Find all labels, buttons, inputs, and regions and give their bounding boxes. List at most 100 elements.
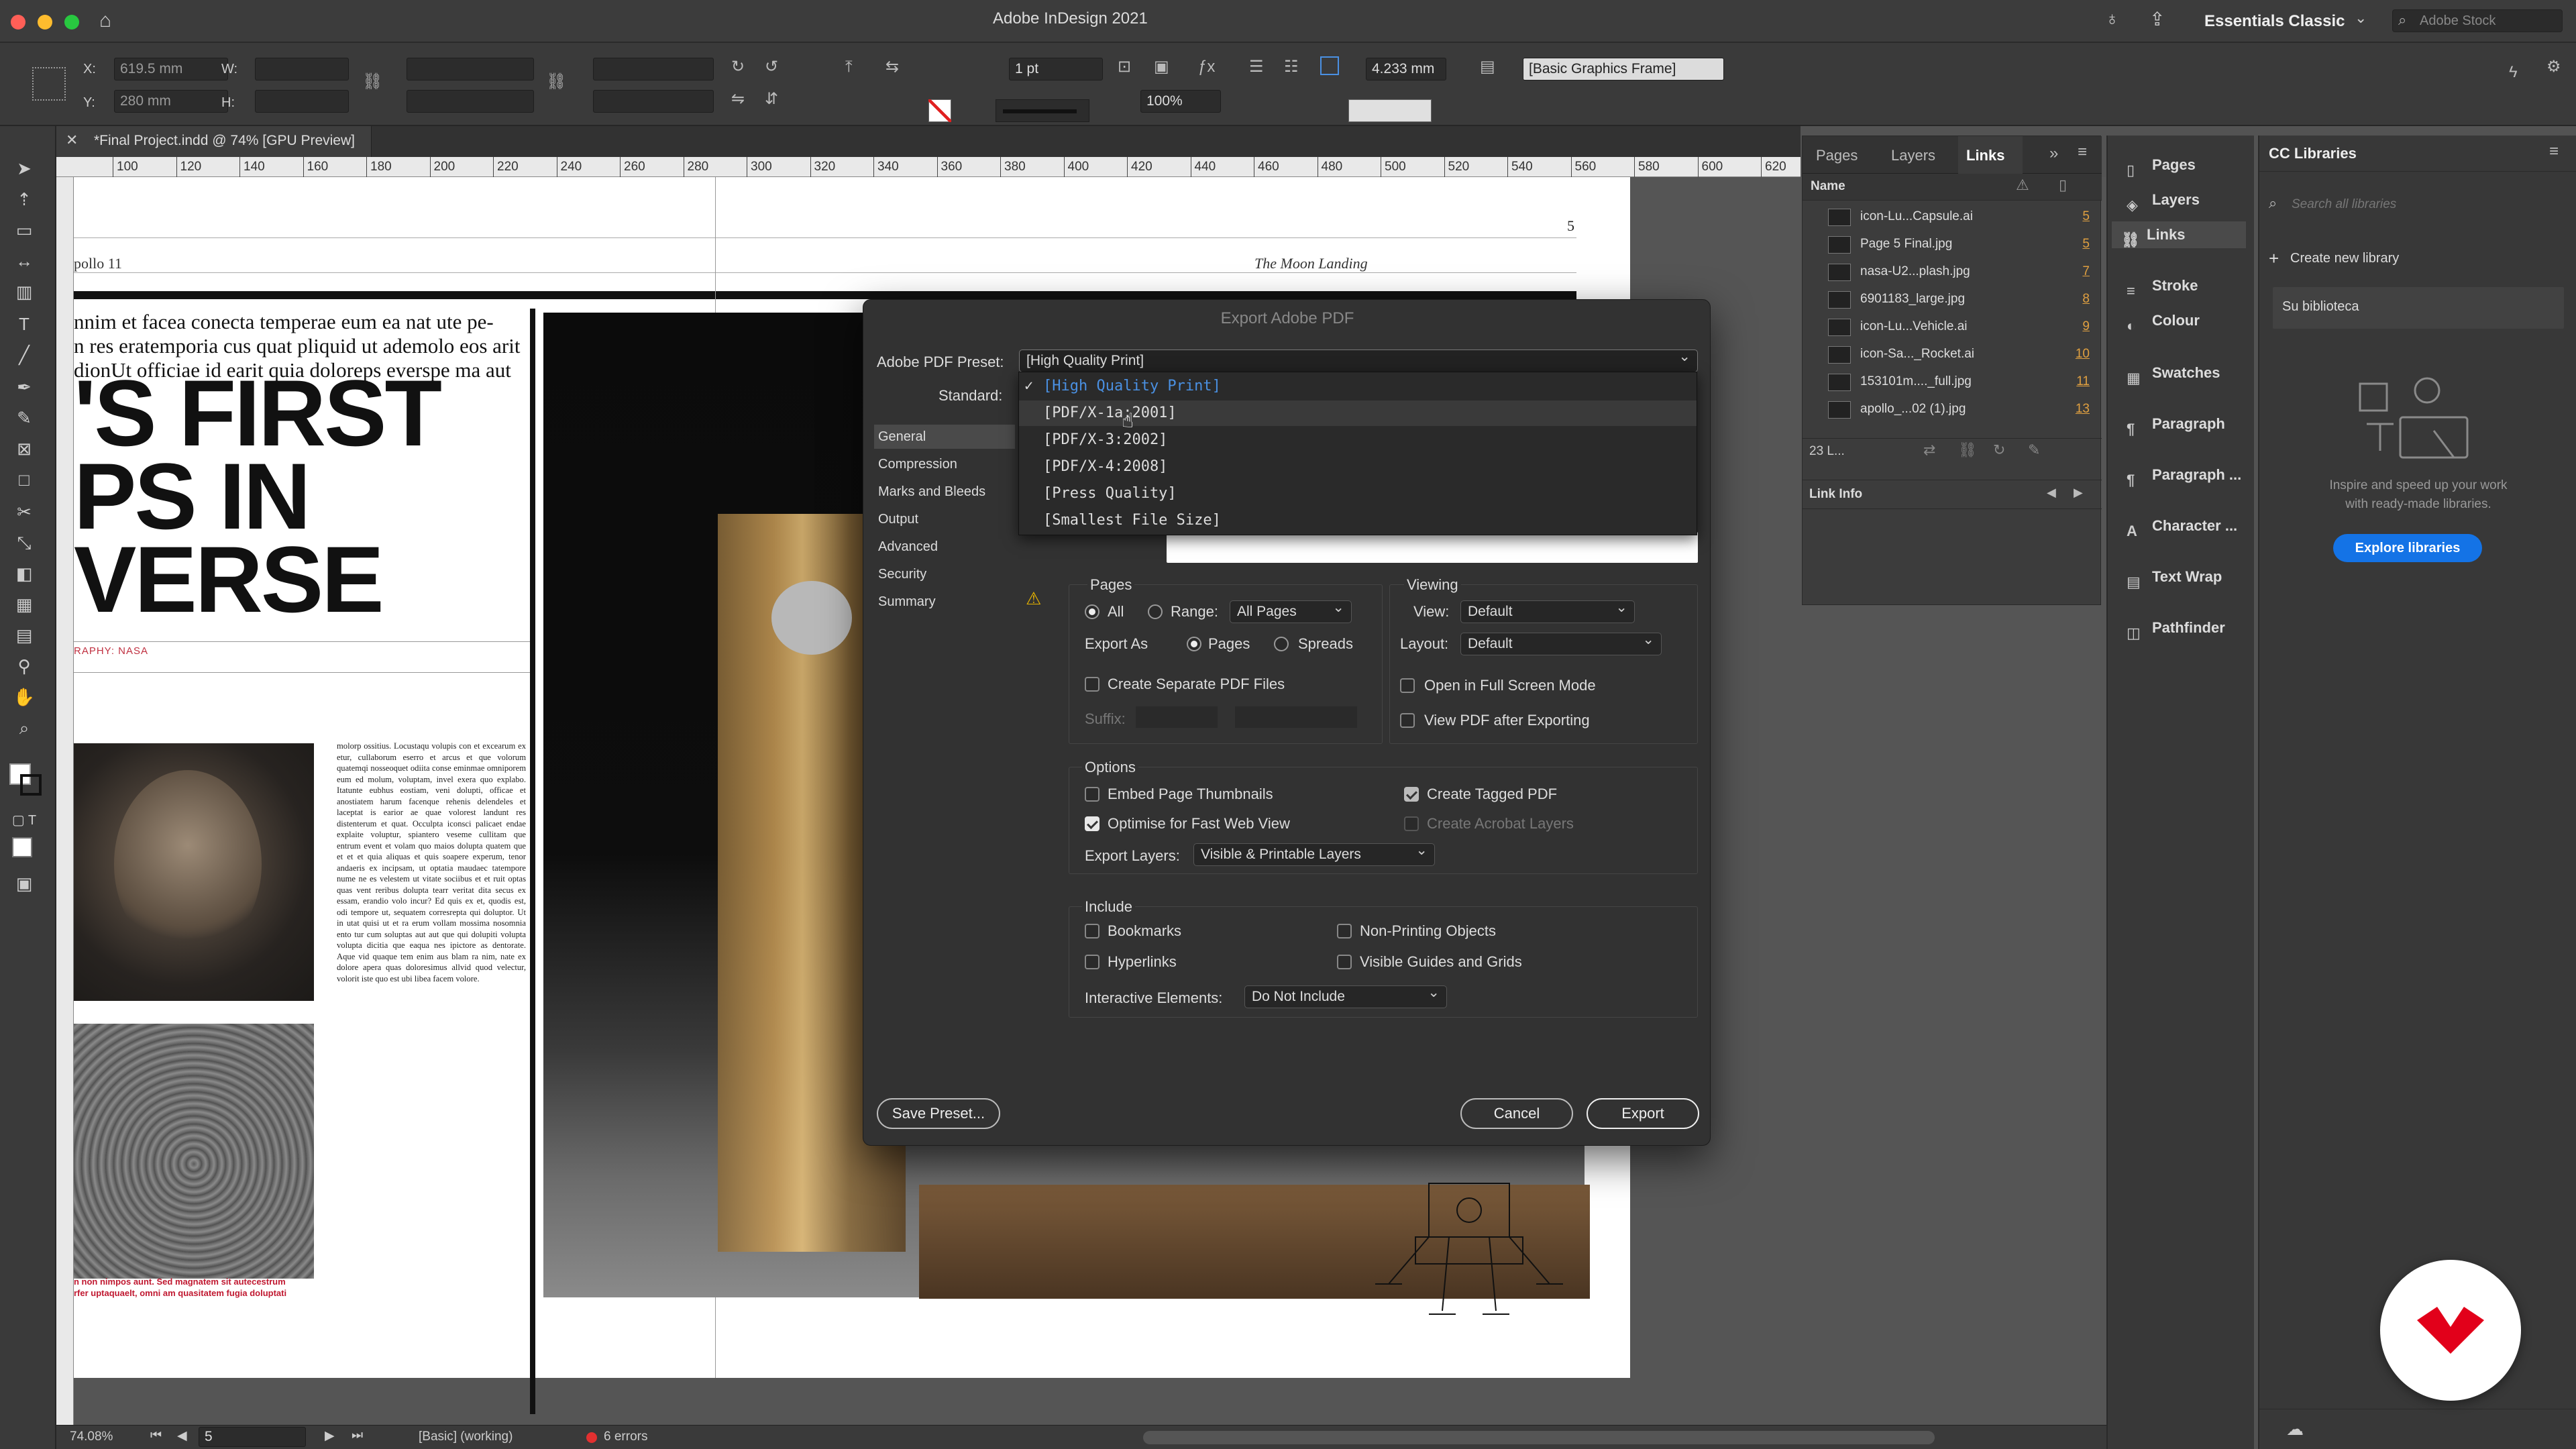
workspace-switcher[interactable]: Essentials Classic xyxy=(2204,12,2345,31)
suffix-field[interactable] xyxy=(1136,706,1218,728)
goto-link-icon[interactable]: ⛓ xyxy=(1958,441,1977,459)
library-item[interactable]: Su biblioteca xyxy=(2273,287,2564,329)
preset-option-high-quality-print[interactable]: ✓ [High Quality Print] xyxy=(1019,374,1697,399)
preview-mode-icon[interactable]: ▣ xyxy=(9,871,39,896)
object-style-select[interactable]: [Basic Graphics Frame] xyxy=(1523,58,1724,80)
fullscreen-checkbox[interactable] xyxy=(1400,678,1415,693)
document-tab[interactable]: ✕ *Final Project.indd @ 74% [GPU Preview… xyxy=(56,126,372,157)
zoom-level[interactable]: 74.08% xyxy=(70,1430,113,1444)
name-column-header[interactable]: Name xyxy=(1811,179,1845,194)
prev-link-icon[interactable]: ◀ xyxy=(2047,486,2056,500)
share-icon[interactable]: ⇪ xyxy=(2149,8,2165,30)
link-row[interactable]: apollo_...02 (1).jpg 13 xyxy=(1803,396,2098,423)
guides-grids-checkbox[interactable] xyxy=(1337,955,1352,969)
link-row[interactable]: icon-Lu...Vehicle.ai 9 xyxy=(1803,313,2098,340)
line-tool-icon[interactable]: ╱ xyxy=(9,342,39,368)
gap-tool-icon[interactable]: ↔ xyxy=(9,248,39,274)
export-as-pages-radio[interactable] xyxy=(1187,637,1201,651)
align-center-icon[interactable]: ☷ xyxy=(1284,58,1299,76)
rotate-cw-icon[interactable]: ↻ xyxy=(731,58,745,76)
dock-item-pages[interactable]: ▯ Pages xyxy=(2117,152,2196,178)
page-tool-icon[interactable]: ▭ xyxy=(9,217,39,243)
acrobat-layers-checkbox[interactable] xyxy=(1404,816,1419,831)
preset-option-pdfx1a[interactable]: [PDF/X-1a:2001] xyxy=(1019,400,1697,426)
nav-security[interactable]: Security xyxy=(874,562,1015,586)
export-as-spreads-radio[interactable] xyxy=(1274,637,1289,651)
text-wrap-select[interactable] xyxy=(1348,99,1432,122)
rectangle-tool-icon[interactable]: □ xyxy=(9,467,39,492)
dock-item-pathfinder[interactable]: ◫ Pathfinder xyxy=(2117,614,2225,641)
suffix-token-select[interactable] xyxy=(1235,706,1357,728)
dock-item-colour[interactable]: ◐ Colour xyxy=(2117,307,2200,334)
flip-horizontal-icon[interactable]: ⇋ xyxy=(731,90,745,109)
pdf-preset-select[interactable]: [High Quality Print] xyxy=(1019,346,1698,372)
minimize-window-button[interactable] xyxy=(38,15,52,30)
panel-menu-icon[interactable]: ≡ xyxy=(2078,143,2087,162)
preset-option-smallest-size[interactable]: [Smallest File Size] xyxy=(1019,508,1697,533)
interactive-elements-select[interactable]: Do Not Include xyxy=(1244,982,1447,1008)
x-position-field[interactable]: 619.5 mm xyxy=(114,58,228,80)
dock-item-text-wrap[interactable]: ▤ Text Wrap xyxy=(2117,564,2222,590)
select-container-icon[interactable]: ⤒ xyxy=(845,58,853,76)
fit-content-icon[interactable]: ▣ xyxy=(1154,58,1169,76)
explore-libraries-button[interactable]: Explore libraries xyxy=(2333,534,2482,562)
gear-icon[interactable]: ⚙ xyxy=(2546,58,2561,76)
type-tool-icon[interactable]: T xyxy=(9,311,39,337)
formatting-container-icon[interactable]: ▢ T xyxy=(9,808,39,833)
y-position-field[interactable]: 280 mm xyxy=(114,90,228,113)
link-row[interactable]: 6901183_large.jpg 8 xyxy=(1803,286,2098,313)
page-range-select[interactable]: All Pages xyxy=(1230,597,1352,623)
bootprint-photo[interactable] xyxy=(74,1024,314,1279)
nav-summary[interactable]: Summary xyxy=(874,590,1015,614)
rotation-field[interactable] xyxy=(593,58,714,80)
chevron-down-icon[interactable]: ⌄ xyxy=(2355,9,2367,27)
tab-links[interactable]: Links xyxy=(1966,147,2004,164)
view-after-export-checkbox[interactable] xyxy=(1400,713,1415,728)
stock-search-input[interactable]: ⌕ Adobe Stock xyxy=(2392,9,2563,32)
cancel-button[interactable]: Cancel xyxy=(1460,1098,1573,1129)
dock-item-character-styles[interactable]: A Character ... xyxy=(2117,513,2237,539)
dock-item-stroke[interactable]: ≡ Stroke xyxy=(2117,272,2198,299)
tagged-pdf-checkbox[interactable] xyxy=(1404,787,1419,802)
nav-advanced[interactable]: Advanced xyxy=(874,535,1015,559)
nav-output[interactable]: Output xyxy=(874,507,1015,531)
dock-item-layers[interactable]: ◈ Layers xyxy=(2117,186,2200,213)
zoom-window-button[interactable] xyxy=(64,15,79,30)
link-page[interactable]: 13 xyxy=(2076,396,2090,423)
next-page-icon[interactable]: ▶ xyxy=(325,1428,335,1444)
close-window-button[interactable] xyxy=(11,15,25,30)
link-info-header[interactable]: Link Info xyxy=(1809,487,1862,502)
width-field[interactable] xyxy=(255,58,349,80)
link-page[interactable]: 5 xyxy=(2082,231,2090,258)
eyedropper-tool-icon[interactable]: ⚲ xyxy=(9,653,39,679)
stroke-type-select[interactable] xyxy=(996,99,1089,122)
link-row[interactable]: icon-Lu...Capsule.ai 5 xyxy=(1803,203,2098,230)
hyperlinks-checkbox[interactable] xyxy=(1085,955,1099,969)
edit-original-icon[interactable]: ✎ xyxy=(2028,441,2040,459)
tab-pages[interactable]: Pages xyxy=(1816,147,1858,164)
scale-x-field[interactable] xyxy=(407,58,534,80)
fast-web-view-checkbox[interactable] xyxy=(1085,816,1099,831)
link-page[interactable]: 9 xyxy=(2082,313,2090,340)
link-row[interactable]: icon-Sa..._Rocket.ai 10 xyxy=(1803,341,2098,368)
update-link-icon[interactable]: ↻ xyxy=(1993,441,2005,459)
preset-option-pdfx3[interactable]: [PDF/X-3:2002] xyxy=(1019,427,1697,453)
free-transform-tool-icon[interactable]: ⤡ xyxy=(9,530,39,555)
tab-layers[interactable]: Layers xyxy=(1891,147,1935,164)
cc-search-input[interactable]: ⌕ Search all libraries xyxy=(2269,192,2564,219)
lightning-icon[interactable]: ϟ xyxy=(2509,63,2518,82)
rotate-ccw-icon[interactable]: ↺ xyxy=(765,58,778,76)
page-number-field[interactable]: 5 xyxy=(199,1427,306,1447)
link-page[interactable]: 8 xyxy=(2082,286,2090,313)
link-page[interactable]: 11 xyxy=(2076,368,2090,395)
link-page[interactable]: 10 xyxy=(2076,341,2090,368)
astronaut-photo[interactable] xyxy=(74,743,314,1001)
layout-select[interactable]: Default xyxy=(1460,629,1662,655)
shear-field[interactable] xyxy=(593,90,714,113)
scissors-tool-icon[interactable]: ✂ xyxy=(9,499,39,525)
cloud-icon[interactable]: ☁ xyxy=(2286,1419,2304,1440)
error-count[interactable]: 6 errors xyxy=(604,1430,647,1444)
non-printing-checkbox[interactable] xyxy=(1337,924,1352,938)
pages-all-radio[interactable] xyxy=(1085,604,1099,619)
link-row[interactable]: Page 5 Final.jpg 5 xyxy=(1803,231,2098,258)
